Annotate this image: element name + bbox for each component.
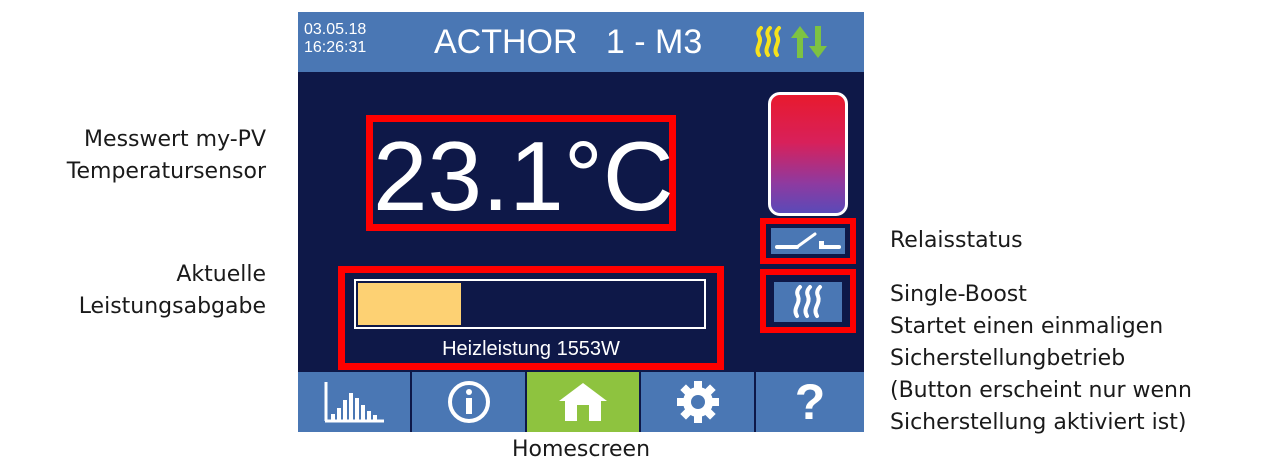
sensor-annotation-line2: Temperatursensor: [66, 159, 266, 184]
nav-info-button[interactable]: [412, 372, 525, 432]
boost-highlight: [760, 269, 856, 333]
help-icon: ?: [794, 374, 826, 430]
power-annotation: Aktuelle Leistungsabgabe: [0, 259, 266, 323]
boost-annotation: Single-Boost Startet einen einmaligen Si…: [890, 279, 1192, 439]
nav-home-button[interactable]: [527, 372, 639, 432]
bar-chart-icon: [324, 382, 384, 423]
relay-status-button[interactable]: [771, 228, 845, 254]
device-title: ACTHOR 1 - M3: [434, 23, 703, 61]
relay-switch-icon: [775, 232, 841, 249]
nav-help-button[interactable]: ?: [756, 372, 864, 432]
time-text: 16:26:31: [304, 39, 367, 56]
power-progress-fill: [358, 283, 461, 325]
tank-icon: [768, 92, 848, 216]
heating-icon: [793, 285, 822, 318]
boost-annotation-line3: (Button erscheint nur wenn: [890, 378, 1192, 403]
info-icon: [447, 381, 490, 423]
boost-annotation-title: Single-Boost: [890, 282, 1027, 307]
datetime: 03.05.18 16:26:31: [304, 21, 366, 57]
device-screen: 03.05.18 16:26:31 ACTHOR 1 - M3 23.1°C H…: [298, 12, 864, 432]
sensor-annotation: Messwert my-PV Temperatursensor: [0, 124, 266, 188]
power-annotation-line1: Aktuelle: [176, 262, 266, 287]
power-label: Heizleistung 1553W: [442, 338, 620, 360]
arrows-up-down-icon: [791, 26, 827, 58]
home-icon: [559, 383, 607, 421]
power-highlight: Heizleistung 1553W: [338, 266, 724, 370]
gear-icon: [676, 381, 719, 423]
sensor-annotation-line1: Messwert my-PV: [84, 127, 266, 152]
nav-settings-button[interactable]: [641, 372, 754, 432]
temperature-highlight: 23.1°C: [366, 115, 676, 231]
heating-icon: [755, 26, 781, 57]
relay-annotation: Relaisstatus: [890, 228, 1023, 253]
power-annotation-line2: Leistungsabgabe: [78, 294, 266, 319]
screen-caption: Homescreen: [511, 437, 651, 462]
status-bar: 03.05.18 16:26:31 ACTHOR 1 - M3: [298, 12, 864, 72]
single-boost-button[interactable]: [774, 282, 842, 322]
bottom-nav: ?: [298, 372, 864, 432]
boost-annotation-line1: Startet einen einmaligen: [890, 314, 1164, 339]
temperature-value: 23.1°C: [373, 121, 674, 231]
power-progress-bar: [354, 279, 706, 329]
relay-highlight: [760, 218, 856, 264]
date-text: 03.05.18: [304, 21, 367, 38]
boost-annotation-line2: Sicherstellungbetrieb: [890, 346, 1126, 371]
nav-statistics-button[interactable]: [298, 372, 410, 432]
boost-annotation-line4: Sicherstellung aktiviert ist): [890, 410, 1187, 435]
